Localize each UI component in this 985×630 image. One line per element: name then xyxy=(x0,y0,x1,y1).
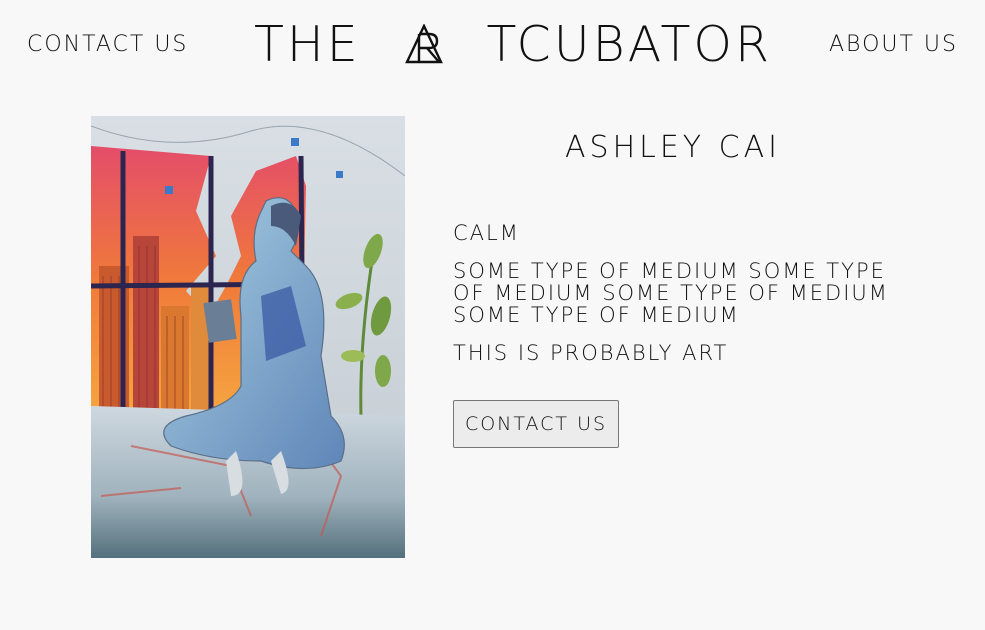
site-logo[interactable]: THE TCUBATOR xyxy=(254,15,772,73)
nav-about-us-link[interactable]: ABOUT US xyxy=(829,32,958,57)
artwork-image xyxy=(90,116,406,558)
nav-contact-us-link[interactable]: CONTACT US xyxy=(27,32,188,57)
artist-name: ASHLEY CAI xyxy=(565,130,781,165)
contact-us-button[interactable]: CONTACT US xyxy=(453,400,619,448)
logo-text-rest: TCUBATOR xyxy=(486,15,772,73)
site-header: CONTACT US THE TCUBATOR ABOUT US xyxy=(0,0,985,90)
logo-art-mark xyxy=(404,24,443,64)
artwork-medium: SOME TYPE OF MEDIUM SOME TYPE OF MEDIUM … xyxy=(453,259,889,327)
artwork-description: THIS IS PROBABLY ART xyxy=(453,341,729,365)
artwork-title: CALM xyxy=(453,221,520,245)
logo-triangle-r-icon xyxy=(404,24,443,64)
painting-image-icon xyxy=(90,116,406,558)
logo-text-the: THE xyxy=(254,15,361,73)
